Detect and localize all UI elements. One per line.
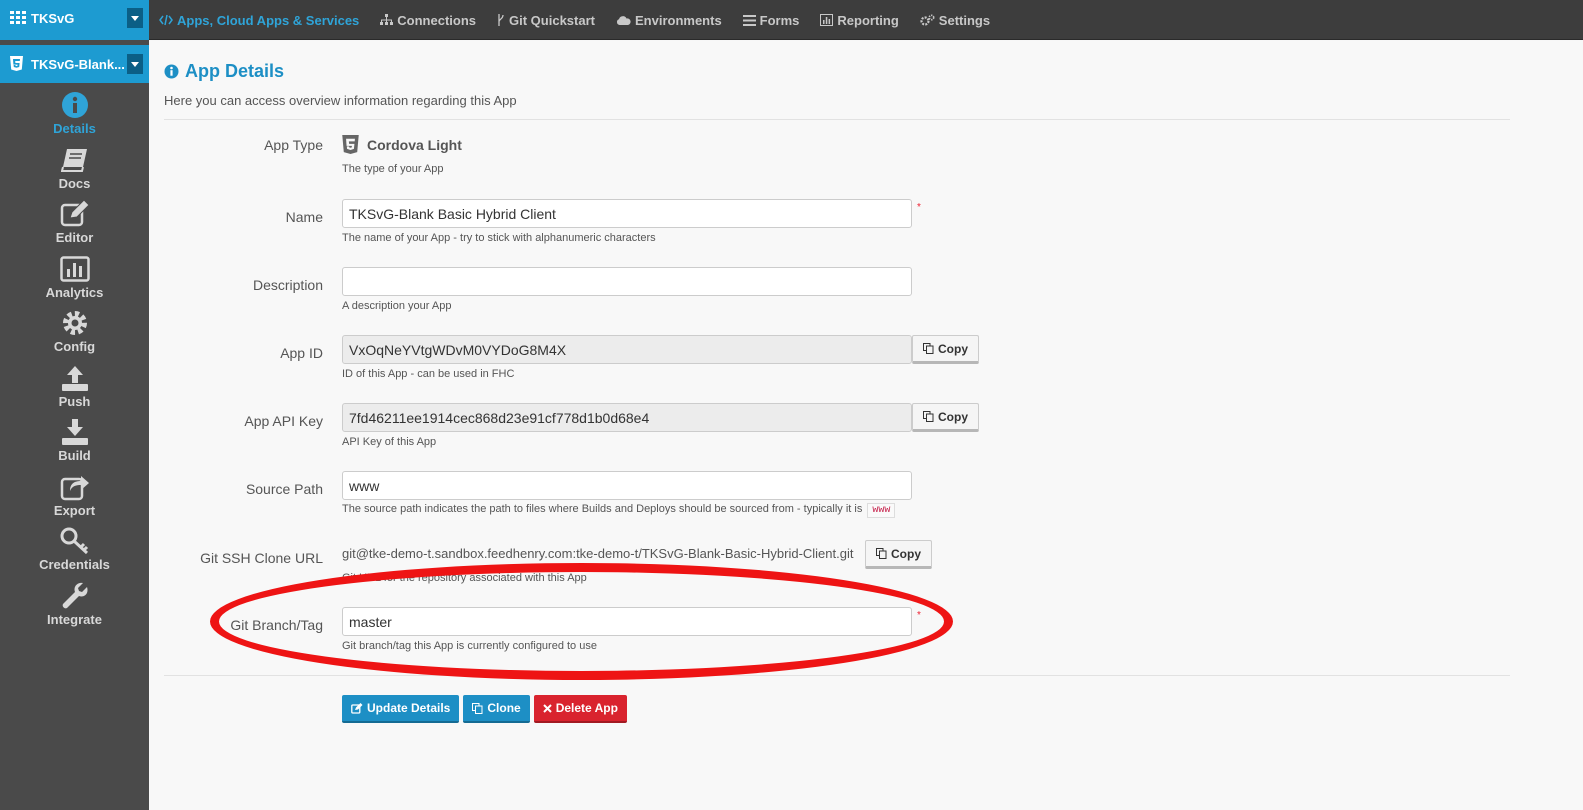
bar-chart-icon <box>820 14 834 26</box>
required-marker: * <box>917 610 921 621</box>
git-url-value[interactable]: git@tke-demo-t.sandbox.feedhenry.com:tke… <box>342 546 853 561</box>
wrench-icon <box>62 582 88 608</box>
page-subtitle: Here you can access overview information… <box>164 93 517 108</box>
code-tag: www <box>867 503 896 518</box>
git-branch-label: Git Branch/Tag <box>230 617 323 633</box>
info-circle-icon <box>61 92 88 118</box>
sidebar-item-push[interactable]: Push <box>0 362 149 417</box>
update-details-button[interactable]: Update Details <box>342 695 460 723</box>
source-path-input[interactable]: www <box>342 471 912 500</box>
project-name: TKSvG <box>31 11 75 26</box>
nav-connections[interactable]: Connections <box>380 13 476 28</box>
cogs-icon <box>920 13 935 26</box>
edit-icon <box>351 702 363 714</box>
info-circle-icon <box>164 64 179 79</box>
close-icon <box>542 703 552 713</box>
description-label: Description <box>252 277 323 293</box>
sidebar: TKSvG-Blank... Details Docs Editor Analy… <box>0 40 149 810</box>
key-icon <box>60 527 88 555</box>
download-icon <box>61 419 88 445</box>
copy-icon <box>923 343 934 354</box>
divider <box>164 675 1510 676</box>
sidebar-item-docs[interactable]: Docs <box>0 144 149 199</box>
copy-git-url-button[interactable]: Copy <box>865 540 932 569</box>
grid-icon <box>10 11 26 25</box>
copy-icon <box>876 548 887 559</box>
api-key-label: App API Key <box>244 413 323 429</box>
main-nav: Apps, Cloud Apps & Services Connections … <box>159 0 990 40</box>
chevron-down-icon[interactable] <box>127 8 143 28</box>
git-branch-icon <box>498 14 504 26</box>
copy-icon <box>923 411 934 422</box>
app-id-help: ID of this App - can be used in FHC <box>342 368 515 380</box>
nav-settings[interactable]: Settings <box>920 13 990 28</box>
nav-git-quickstart[interactable]: Git Quickstart <box>497 13 595 28</box>
git-branch-input[interactable]: master <box>342 607 912 636</box>
required-marker: * <box>917 202 921 213</box>
app-type-value: Cordova Light <box>342 135 462 154</box>
share-icon <box>60 475 89 500</box>
app-name: TKSvG-Blank... <box>31 57 125 72</box>
description-input[interactable] <box>342 267 912 296</box>
copy-icon <box>472 702 483 714</box>
api-key-help: API Key of this App <box>342 436 437 448</box>
sidebar-item-integrate[interactable]: Integrate <box>0 580 149 635</box>
nav-environments[interactable]: Environments <box>616 13 722 28</box>
nav-reporting[interactable]: Reporting <box>820 13 899 28</box>
divider <box>164 119 1510 120</box>
sidebar-item-config[interactable]: Config <box>0 307 149 362</box>
nav-forms[interactable]: Forms <box>742 13 799 28</box>
top-bar: TKSvG Apps, Cloud Apps & Services Connec… <box>0 0 1583 40</box>
source-path-help: The source path indicates the path to fi… <box>342 503 896 518</box>
git-branch-help: Git branch/tag this App is currently con… <box>342 640 597 652</box>
app-switcher[interactable]: TKSvG-Blank... <box>0 45 149 83</box>
code-icon <box>159 14 173 26</box>
project-switcher[interactable]: TKSvG <box>0 0 149 40</box>
source-path-label: Source Path <box>245 481 323 497</box>
name-help: The name of your App - try to stick with… <box>342 232 656 244</box>
clone-button[interactable]: Clone <box>463 695 530 723</box>
app-id-label: App ID <box>280 345 323 361</box>
chevron-down-icon[interactable] <box>127 54 143 74</box>
sidebar-item-export[interactable]: Export <box>0 471 149 526</box>
sidebar-item-editor[interactable]: Editor <box>0 198 149 253</box>
sidebar-item-build[interactable]: Build <box>0 416 149 471</box>
git-url-label: Git SSH Clone URL <box>200 550 323 566</box>
delete-app-button[interactable]: Delete App <box>533 695 627 723</box>
name-label: Name <box>285 209 323 225</box>
book-icon <box>60 148 87 172</box>
sitemap-icon <box>380 14 394 25</box>
git-url-help: Git URL for the repository associated wi… <box>342 572 587 584</box>
api-key-field[interactable]: 7fd46211ee1914cec868d23e91cf778d1b0d68e4 <box>342 403 912 432</box>
sidebar-menu: Details Docs Editor Analytics Config Pus… <box>0 89 149 634</box>
copy-app-id-button[interactable]: Copy <box>912 335 979 364</box>
cloud-icon <box>616 15 631 25</box>
page-title: App Details <box>164 61 284 82</box>
gear-icon <box>62 311 87 335</box>
form-actions: Update Details Clone Delete App <box>342 695 627 723</box>
description-help: A description your App <box>342 300 452 312</box>
app-type-label: App Type <box>264 137 323 153</box>
sidebar-item-credentials[interactable]: Credentials <box>0 525 149 580</box>
name-input[interactable]: TKSvG-Blank Basic Hybrid Client <box>342 199 912 228</box>
app-id-field[interactable]: VxOqNeYVtgWDvM0VYDoG8M4X <box>342 335 912 364</box>
sidebar-item-analytics[interactable]: Analytics <box>0 253 149 308</box>
copy-api-key-button[interactable]: Copy <box>912 403 979 432</box>
app-type-help: The type of your App <box>342 163 444 175</box>
sidebar-item-details[interactable]: Details <box>0 89 149 144</box>
edit-icon <box>60 200 90 227</box>
bar-chart-icon <box>59 255 90 282</box>
nav-apps[interactable]: Apps, Cloud Apps & Services <box>159 13 359 28</box>
upload-icon <box>61 365 88 391</box>
html5-icon <box>10 56 23 71</box>
html5-icon <box>342 135 359 154</box>
list-icon <box>742 14 756 26</box>
main-content: App Details Here you can access overview… <box>149 41 1583 810</box>
